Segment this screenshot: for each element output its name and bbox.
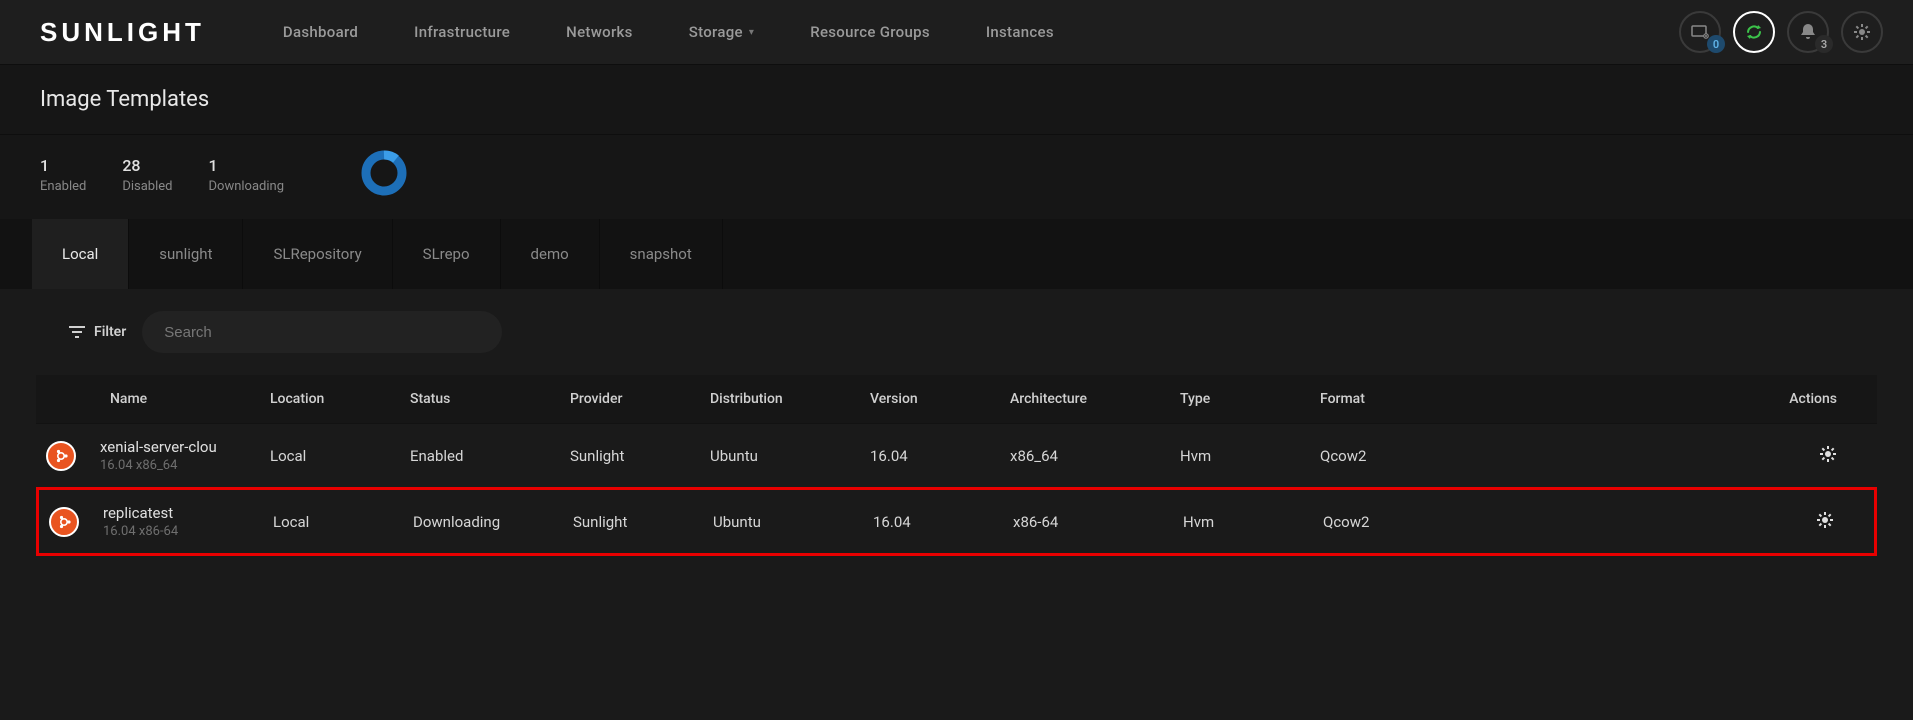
table: Name Location Status Provider Distributi… <box>0 375 1913 556</box>
col-status[interactable]: Status <box>410 391 570 407</box>
col-type[interactable]: Type <box>1180 391 1320 407</box>
notifications-button[interactable]: 3 <box>1787 11 1829 53</box>
monitor-badge: 0 <box>1707 35 1725 53</box>
row-actions <box>1493 511 1864 533</box>
table-header: Name Location Status Provider Distributi… <box>36 375 1877 423</box>
row-name: replicatest <box>103 504 273 522</box>
col-actions: Actions <box>1490 391 1867 407</box>
stat-enabled-value: 1 <box>40 156 86 175</box>
stat-disabled: 28 Disabled <box>122 156 172 194</box>
row-actions-button[interactable] <box>1819 449 1837 467</box>
stat-enabled-label: Enabled <box>40 179 86 194</box>
col-architecture[interactable]: Architecture <box>1010 391 1180 407</box>
search-wrapper <box>142 311 502 353</box>
row-status: Downloading <box>413 513 573 531</box>
donut-icon <box>360 149 408 197</box>
nav-items: Dashboard Infrastructure Networks Storag… <box>255 3 1082 61</box>
row-architecture: x86_64 <box>1010 447 1180 465</box>
nav-instances[interactable]: Instances <box>958 3 1082 61</box>
gear-icon <box>1816 511 1834 529</box>
row-subtitle: 16.04 x86_64 <box>100 458 270 473</box>
col-format[interactable]: Format <box>1320 391 1490 407</box>
nav-storage[interactable]: Storage ▾ <box>661 3 783 61</box>
top-nav: SUNLIGHT Dashboard Infrastructure Networ… <box>0 0 1913 65</box>
tabs: Local sunlight SLRepository SLrepo demo … <box>0 219 1913 289</box>
stat-disabled-value: 28 <box>122 156 172 175</box>
stats-donut <box>360 149 408 201</box>
row-status: Enabled <box>410 447 570 465</box>
row-location: Local <box>273 513 413 531</box>
search-input[interactable] <box>164 324 480 341</box>
filter-row: Filter <box>0 289 1913 375</box>
filter-button[interactable]: Filter <box>68 324 126 340</box>
tab-demo[interactable]: demo <box>501 219 600 289</box>
row-format: Qcow2 <box>1323 513 1493 531</box>
row-location: Local <box>270 447 410 465</box>
tab-sunlight[interactable]: sunlight <box>129 219 243 289</box>
stats-bar: 1 Enabled 28 Disabled 1 Downloading <box>0 135 1913 219</box>
col-location[interactable]: Location <box>270 391 410 407</box>
tab-slrepository[interactable]: SLRepository <box>243 219 392 289</box>
col-distribution[interactable]: Distribution <box>710 391 870 407</box>
brand-logo: SUNLIGHT <box>40 17 205 48</box>
name-cell: replicatest 16.04 x86-64 <box>103 504 273 539</box>
nav-networks[interactable]: Networks <box>538 3 661 61</box>
col-version[interactable]: Version <box>870 391 1010 407</box>
sync-button[interactable] <box>1733 11 1775 53</box>
stat-downloading-value: 1 <box>209 156 285 175</box>
nav-storage-label: Storage <box>689 23 743 41</box>
row-format: Qcow2 <box>1320 447 1490 465</box>
notifications-badge: 3 <box>1815 35 1833 53</box>
col-provider[interactable]: Provider <box>570 391 710 407</box>
nav-infrastructure[interactable]: Infrastructure <box>386 3 538 61</box>
os-icon-cell <box>46 441 100 471</box>
row-type: Hvm <box>1180 447 1320 465</box>
row-distribution: Ubuntu <box>713 513 873 531</box>
row-version: 16.04 <box>873 513 1013 531</box>
row-subtitle: 16.04 x86-64 <box>103 524 273 539</box>
stat-downloading-label: Downloading <box>209 179 285 194</box>
col-name[interactable]: Name <box>100 391 270 407</box>
row-architecture: x86-64 <box>1013 513 1183 531</box>
settings-button[interactable] <box>1841 11 1883 53</box>
stat-disabled-label: Disabled <box>122 179 172 194</box>
table-row[interactable]: xenial-server-clou 16.04 x86_64 Local En… <box>36 423 1877 487</box>
bell-icon <box>1800 23 1816 41</box>
page-title: Image Templates <box>40 87 1873 112</box>
chevron-down-icon: ▾ <box>749 27 754 38</box>
nav-resource-groups[interactable]: Resource Groups <box>782 3 958 61</box>
row-type: Hvm <box>1183 513 1323 531</box>
row-version: 16.04 <box>870 447 1010 465</box>
row-actions-button[interactable] <box>1816 515 1834 533</box>
tab-snapshot[interactable]: snapshot <box>600 219 723 289</box>
row-provider: Sunlight <box>573 513 713 531</box>
tab-slrepo[interactable]: SLrepo <box>393 219 501 289</box>
stat-enabled: 1 Enabled <box>40 156 86 194</box>
gear-icon <box>1819 445 1837 463</box>
row-actions <box>1490 445 1867 467</box>
name-cell: xenial-server-clou 16.04 x86_64 <box>100 438 270 473</box>
title-bar: Image Templates <box>0 65 1913 135</box>
ubuntu-icon <box>46 441 76 471</box>
monitor-button[interactable]: 0 <box>1679 11 1721 53</box>
filter-icon <box>68 325 86 339</box>
filter-label-text: Filter <box>94 324 126 340</box>
monitor-icon <box>1691 25 1709 39</box>
table-row[interactable]: replicatest 16.04 x86-64 Local Downloadi… <box>36 487 1877 556</box>
stat-downloading: 1 Downloading <box>209 156 285 194</box>
top-icons: 0 3 <box>1679 11 1883 53</box>
row-name: xenial-server-clou <box>100 438 270 456</box>
os-icon-cell <box>49 507 103 537</box>
gear-icon <box>1853 23 1871 41</box>
sync-icon <box>1744 22 1764 42</box>
ubuntu-icon <box>49 507 79 537</box>
tab-local[interactable]: Local <box>32 219 129 289</box>
row-distribution: Ubuntu <box>710 447 870 465</box>
nav-dashboard[interactable]: Dashboard <box>255 3 386 61</box>
row-provider: Sunlight <box>570 447 710 465</box>
